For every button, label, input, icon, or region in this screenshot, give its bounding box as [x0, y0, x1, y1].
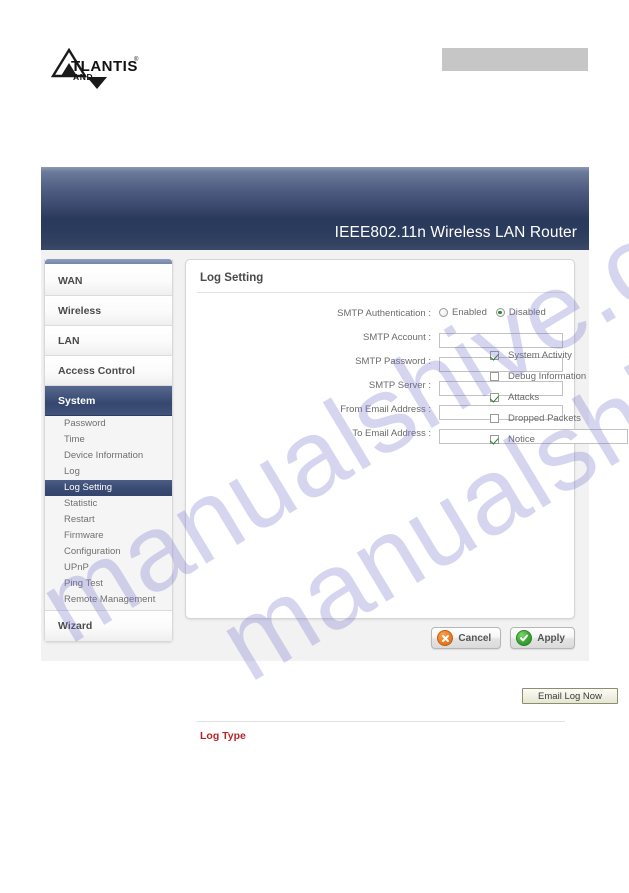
log-type-heading: Log Type — [200, 730, 246, 742]
radio-dot-icon — [439, 308, 448, 317]
section-divider — [197, 721, 565, 722]
checkbox-icon[interactable] — [490, 372, 499, 381]
router-web-ui: IEEE802.11n Wireless LAN Router WAN Wirel… — [41, 167, 628, 742]
sidebar-subitem-configuration[interactable]: Configuration — [45, 544, 172, 560]
checkbox-icon[interactable] — [490, 435, 499, 444]
cancel-button[interactable]: Cancel — [431, 627, 502, 649]
sidebar-subitem-ping-test[interactable]: Ping Test — [45, 576, 172, 592]
panel-title: Log Setting — [200, 272, 264, 284]
smtp-account-input[interactable] — [439, 333, 563, 348]
ui-header-banner: IEEE802.11n Wireless LAN Router — [41, 167, 589, 250]
sidebar-subitem-log[interactable]: Log — [45, 464, 172, 480]
page-title: IEEE802.11n Wireless LAN Router — [334, 224, 577, 241]
logo-graphic: TLANTIS ® AND — [49, 47, 141, 89]
smtp-auth-radio-group: Enabled Disabled — [439, 307, 546, 318]
log-type-item-system-activity[interactable]: System Activity — [490, 350, 572, 361]
sidebar-subitem-firmware[interactable]: Firmware — [45, 528, 172, 544]
sidebar-subitem-time[interactable]: Time — [45, 432, 172, 448]
smtp-auth-radio-enabled[interactable]: Enabled — [439, 307, 487, 318]
sidebar-item-wan[interactable]: WAN — [45, 266, 172, 296]
sidebar-item-wireless[interactable]: Wireless — [45, 296, 172, 326]
checkbox-label: System Activity — [508, 350, 572, 361]
field-label: To Email Address : — [352, 428, 431, 439]
form-row-smtp-account: SMTP Account : — [186, 328, 576, 348]
sidebar-main-group: WAN Wireless LAN Access Control System — [45, 266, 172, 416]
sidebar: WAN Wireless LAN Access Control System Passw… — [44, 259, 173, 642]
atlantis-land-logo: TLANTIS ® AND — [47, 46, 143, 90]
checkbox-icon[interactable] — [490, 393, 499, 402]
sidebar-subitem-device-information[interactable]: Device Information — [45, 448, 172, 464]
sidebar-item-access-control[interactable]: Access Control — [45, 356, 172, 386]
log-type-item-attacks[interactable]: Attacks — [490, 392, 539, 403]
checkmark-icon — [516, 630, 533, 646]
svg-text:®: ® — [134, 56, 139, 63]
sidebar-subitem-upnp[interactable]: UPnP — [45, 560, 172, 576]
radio-dot-icon — [495, 308, 505, 317]
scanned-manual-page: TLANTIS ® AND IEEE802.11n Wireless LAN R… — [0, 0, 629, 893]
sidebar-item-lan[interactable]: LAN — [45, 326, 172, 356]
field-label: SMTP Account : — [363, 332, 431, 343]
checkbox-label: Dropped Packets — [508, 413, 581, 424]
cancel-button-label: Cancel — [458, 632, 492, 644]
sidebar-top-cap — [45, 259, 172, 264]
smtp-auth-radio-disabled[interactable]: Disabled — [495, 307, 546, 318]
sidebar-subitem-remote-management[interactable]: Remote Management — [45, 592, 172, 608]
field-label: SMTP Server : — [368, 380, 431, 391]
field-label: SMTP Password : — [355, 356, 431, 367]
log-type-item-notice[interactable]: Notice — [490, 434, 535, 445]
form-row-smtp-auth: SMTP Authentication : Enabled Disabled — [186, 304, 576, 324]
sidebar-item-system[interactable]: System — [45, 386, 172, 416]
redacted-block — [442, 48, 588, 71]
checkbox-label: Debug Information — [508, 371, 587, 382]
log-type-item-dropped-packets[interactable]: Dropped Packets — [490, 413, 581, 424]
radio-label: Enabled — [452, 307, 487, 318]
title-divider — [197, 292, 565, 293]
sidebar-subitem-log-setting[interactable]: Log Setting — [45, 480, 172, 496]
sidebar-subitem-password[interactable]: Password — [45, 416, 172, 432]
ui-body: WAN Wireless LAN Access Control System Passw… — [41, 250, 628, 742]
radio-label: Disabled — [508, 307, 546, 318]
email-log-now-button[interactable]: Email Log Now — [522, 688, 618, 704]
checkbox-icon[interactable] — [490, 414, 499, 423]
checkbox-label: Notice — [508, 434, 535, 445]
smtp-auth-label: SMTP Authentication : — [337, 308, 431, 319]
action-button-bar: Cancel Apply — [41, 627, 575, 649]
log-setting-panel: Log Setting SMTP Authentication : Enable… — [185, 259, 628, 742]
checkbox-icon[interactable] — [490, 351, 499, 360]
apply-button[interactable]: Apply — [510, 627, 575, 649]
checkbox-label: Attacks — [508, 392, 540, 403]
field-wrapper — [439, 330, 563, 348]
field-label: From Email Address : — [340, 404, 431, 415]
sidebar-subitem-restart[interactable]: Restart — [45, 512, 172, 528]
sidebar-sub-group: Password Time Device Information Log Log Set… — [45, 416, 172, 611]
cancel-icon — [437, 630, 454, 646]
log-type-item-debug-information[interactable]: Debug Information — [490, 371, 586, 382]
apply-button-label: Apply — [537, 632, 565, 644]
sidebar-subitem-statistic[interactable]: Statistic — [45, 496, 172, 512]
